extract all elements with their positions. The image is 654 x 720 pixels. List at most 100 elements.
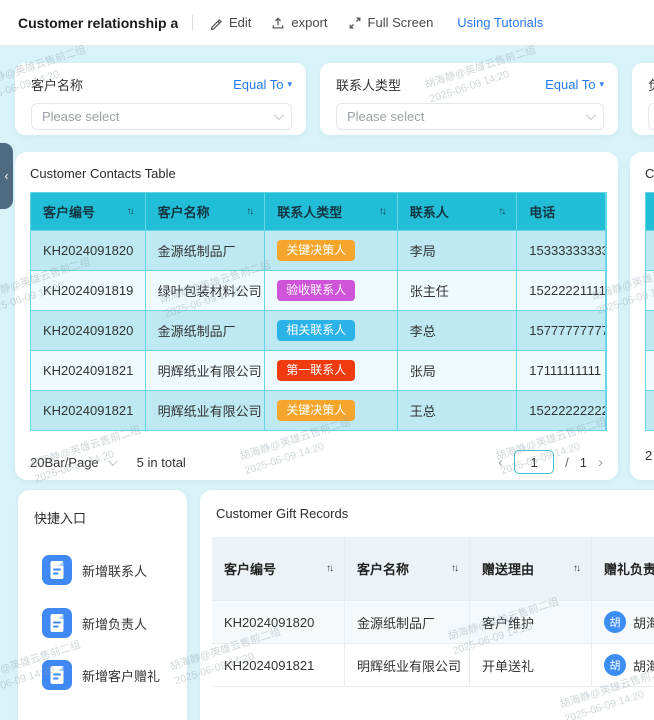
filter-label: 负责人 [648,75,654,94]
cell-3: 开单送礼 [470,644,592,687]
fullscreen-button[interactable]: Full Screen [348,15,433,30]
column-header-4[interactable]: 联系人 ↑↓ [397,193,518,231]
customer-gift-records-card: Customer Gift Records 客户编号 ↑↓ 客户名称 ↑↓ 赠送理由 ↑↓… [200,490,654,720]
edit-button[interactable]: Edit [209,15,251,30]
page-number-input[interactable] [514,450,555,474]
column-header-4[interactable]: 赠礼负责人 [592,537,654,601]
column-header-2[interactable]: 客户名称 ↑↓ [345,537,470,601]
prev-page-button[interactable]: ‹ [498,455,503,470]
contact-type-badge: 相关联系人 [277,320,356,341]
filter-card-contact-type: 联系人类型 Equal To ▾ Please select [320,63,618,135]
contact-type-badge: 关键决策人 [277,240,356,261]
table-row: KH2024091821 明辉纸业有限公司 第一联系人 张局 17111111111 [31,351,606,391]
contacts-table-title: Customer Contacts Table [30,166,176,181]
document-icon [42,608,72,638]
cell-4: 李总 [397,311,518,351]
cell-3: 验收联系人 [265,271,398,311]
column-header-5[interactable]: 电话 [517,193,606,231]
filter-operator-dropdown[interactable]: Equal To ▾ [233,77,292,92]
column-header-1[interactable]: 客户编号 ↑↓ [31,193,146,231]
quick-entry-add-contact[interactable]: 新增联系人 [42,555,147,585]
customer-contacts-card: Customer Contacts Table 客户编号 ↑↓ 客户名称 ↑↓ 联系人类… [15,152,618,480]
column-header-1[interactable]: 客户编号 ↑↓ [212,537,345,601]
cell-5: 17111111111 [517,351,606,391]
quick-entry-add-owner[interactable]: 新增负责人 [42,608,147,638]
column-label: 客户编号 [224,562,277,577]
collapse-panel-tab[interactable]: ‹ [0,143,13,209]
gift-table-header: 客户编号 ↑↓ 客户名称 ↑↓ 赠送理由 ↑↓ 赠礼负责人 [212,537,654,601]
filter-label: 客户名称 [31,78,84,93]
table-row: KH2024091819 绿叶包装材料公司 验收联系人 张主任 15222221111 [31,271,606,311]
cell-4: 张局 [397,351,518,391]
quick-entry-label: 新增客户赠礼 [82,668,161,684]
column-header-2[interactable]: 客户名称 ↑↓ [145,193,266,231]
document-icon [42,660,72,690]
chevron-down-icon [107,455,118,466]
filter-label: 联系人类型 [336,78,402,93]
sort-icon[interactable]: ↑↓ [498,206,506,217]
placeholder: Please select [347,109,425,124]
using-tutorials-link[interactable]: Using Tutorials [457,15,543,30]
quick-entry-label: 新增负责人 [82,616,148,632]
cell-5: 15333333333 [517,231,606,271]
column-label: 赠礼负责人 [604,562,654,577]
column-header-3[interactable]: 赠送理由 ↑↓ [470,537,592,601]
table-row [646,391,654,431]
sort-icon[interactable]: ↑↓ [127,206,135,217]
chevron-down-icon [585,110,596,121]
cell-3: 客户维护 [470,601,592,644]
gift-table-title: Customer Gift Records [216,506,349,521]
avatar: 胡 [604,611,626,633]
cell-1: KH2024091821 [212,644,345,687]
operator-label: Equal To [233,77,284,92]
quick-entry-card: 快捷入口 新增联系人 新增负责人 新增客户赠礼 [18,490,187,720]
contacts-pagination: 20Bar/Page 5 in total ‹ / 1 › [30,448,603,476]
owner-name: 胡海静 [633,658,654,674]
page-size-select[interactable]: 20Bar/Page [30,454,118,470]
cell-5: 15777777777 [517,311,606,351]
placeholder: Please select [42,109,120,124]
column-header-3[interactable]: 联系人类型 ↑↓ [265,193,398,231]
filter-card-customer-name: 客户名称 Equal To ▾ Please select [15,63,306,135]
next-page-button[interactable]: › [598,455,603,470]
divider [192,14,193,31]
avatar: 胡 [604,654,626,676]
table-row [646,351,654,391]
table-row [646,271,654,311]
table-row: KH2024091820 金源纸制品厂 相关联系人 李总 15777777777 [31,311,606,351]
page-size-label: 20Bar/Page [30,454,99,470]
sort-icon[interactable]: ↑↓ [379,206,387,217]
filter-select-owner[interactable]: Please select [648,103,654,130]
export-button[interactable]: export [271,15,328,30]
cell-1: KH2024091820 [31,231,146,271]
table-row [646,311,654,351]
contacts-table-header: 客户编号 ↑↓ 客户名称 ↑↓ 联系人类型 ↑↓ 联系人 ↑↓ 电话 [31,193,606,231]
table-row [646,231,654,271]
column-label: 赠送理由 [482,562,535,577]
quick-entry-add-gift[interactable]: 新增客户赠礼 [42,660,160,690]
cell-4: 王总 [397,391,518,431]
table-row: KH2024091820金源纸制品厂客户维护胡胡海静 [212,601,654,644]
sort-icon[interactable]: ↑↓ [451,563,459,574]
contact-type-badge: 验收联系人 [277,280,356,301]
filter-operator-dropdown[interactable]: Equal To ▾ [545,77,604,92]
page-separator: / [565,454,569,470]
cell-3: 第一联系人 [265,351,398,391]
sort-icon[interactable]: ↑↓ [246,206,254,217]
sort-icon[interactable]: ↑↓ [326,563,334,574]
right-side-table-card: C 2 [630,152,654,480]
cell-1: KH2024091819 [31,271,146,311]
sort-icon[interactable]: ↑↓ [573,563,581,574]
side-table-header [646,193,654,231]
screen: Customer relationship a... Edit export F… [0,0,654,720]
side-table-title: C [645,166,654,181]
cell-1: KH2024091820 [212,601,345,644]
document-icon [42,555,72,585]
filter-select-contact-type[interactable]: Please select [336,103,604,130]
cell-4: 张主任 [397,271,518,311]
cell-5: 15222221111 [517,271,606,311]
column-label: 客户编号 [43,205,96,220]
filter-select-customer-name[interactable]: Please select [31,103,292,130]
cell-owner: 胡胡海静 [592,644,654,687]
cell-2: 绿叶包装材料公司 [145,271,266,311]
